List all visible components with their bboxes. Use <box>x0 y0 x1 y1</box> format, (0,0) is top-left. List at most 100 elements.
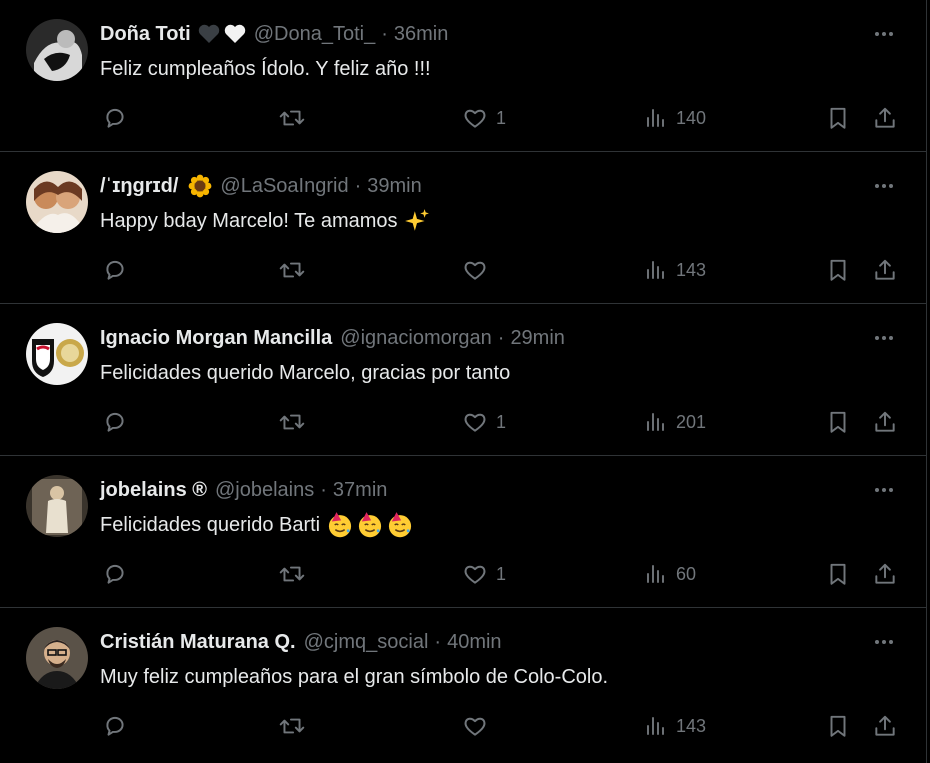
author-name[interactable]: Cristián Maturana Q. <box>100 628 296 656</box>
share-button[interactable] <box>872 559 898 589</box>
share-icon <box>875 563 895 584</box>
view-count: 60 <box>676 563 697 584</box>
tweet[interactable]: Cristián Maturana Q. @cjmq_social · 40mi… <box>0 608 926 760</box>
bookmark-button[interactable] <box>825 407 851 437</box>
author-name[interactable]: Doña Toti <box>100 20 191 48</box>
retweet-button[interactable] <box>278 255 306 285</box>
share-button[interactable] <box>872 407 898 437</box>
tweet-text: Felicidades querido Barti <box>100 514 321 536</box>
more-icon[interactable] <box>872 632 896 652</box>
author-name[interactable]: Ignacio Morgan Mancilla <box>100 324 332 352</box>
timestamp[interactable]: 36min <box>394 20 448 48</box>
timestamp[interactable]: 37min <box>333 476 387 504</box>
share-icon <box>875 259 895 280</box>
views-icon <box>647 261 664 279</box>
share-button[interactable] <box>872 255 898 285</box>
like-count: 1 <box>496 107 507 128</box>
tweet-header: Cristián Maturana Q. @cjmq_social · 40mi… <box>100 628 502 656</box>
retweet-button[interactable] <box>278 407 306 437</box>
like-button[interactable]: 1 <box>462 559 506 589</box>
timestamp[interactable]: 40min <box>447 628 501 656</box>
like-icon <box>464 413 486 432</box>
timestamp[interactable]: 39min <box>367 172 421 200</box>
white-heart-icon <box>224 24 246 44</box>
reply-button[interactable] <box>102 407 128 437</box>
tweet-text-row: Felicidades querido Marcelo, gracias por… <box>100 359 510 387</box>
action-bar: 143 <box>100 711 900 741</box>
separator: · <box>497 327 505 349</box>
views-icon <box>647 413 664 431</box>
bookmark-button[interactable] <box>825 103 851 133</box>
like-button[interactable] <box>462 255 496 285</box>
tweet-text: Feliz cumpleaños Ídolo. Y feliz año !!! <box>100 58 431 80</box>
share-button[interactable] <box>872 711 898 741</box>
views-button[interactable]: 140 <box>644 103 706 133</box>
separator: · <box>320 479 327 501</box>
retweet-icon <box>279 566 305 582</box>
like-icon <box>464 717 486 736</box>
reply-button[interactable] <box>102 559 128 589</box>
share-button[interactable] <box>872 103 898 133</box>
tweet-text: Muy feliz cumpleaños para el gran símbol… <box>100 666 609 688</box>
retweet-button[interactable] <box>278 103 306 133</box>
author-handle[interactable]: @Dona_Toti_ <box>254 20 375 48</box>
action-bar: 1 201 <box>100 407 900 437</box>
author-name[interactable]: /ˈɪŋɡrɪd/ <box>100 172 178 200</box>
view-count: 143 <box>676 715 707 736</box>
like-button[interactable] <box>462 711 496 741</box>
more-icon[interactable] <box>872 176 896 196</box>
bookmark-icon <box>830 107 846 129</box>
views-icon <box>647 109 664 127</box>
partying-face-icon <box>356 511 384 539</box>
partying-face-icon <box>326 511 354 539</box>
more-icon[interactable] <box>872 24 896 44</box>
author-name[interactable]: jobelains ® <box>100 476 207 504</box>
tweet-text-row: Muy feliz cumpleaños para el gran símbol… <box>100 663 608 691</box>
avatar[interactable] <box>26 475 88 537</box>
action-bar: 1 60 <box>100 559 900 589</box>
reply-icon <box>106 564 124 584</box>
tweet[interactable]: Ignacio Morgan Mancilla @ignaciomorgan ·… <box>0 304 926 456</box>
avatar[interactable] <box>26 171 88 233</box>
more-icon[interactable] <box>872 328 896 348</box>
retweet-button[interactable] <box>278 559 306 589</box>
retweet-button[interactable] <box>278 711 306 741</box>
tweet[interactable]: Doña Toti @Dona_Toti_ · 36min Feliz cump… <box>0 0 926 152</box>
reply-icon <box>106 412 124 432</box>
reply-button[interactable] <box>102 711 128 741</box>
views-button[interactable]: 143 <box>644 255 706 285</box>
like-button[interactable]: 1 <box>462 103 506 133</box>
views-button[interactable]: 60 <box>644 559 696 589</box>
reply-button[interactable] <box>102 255 128 285</box>
share-icon <box>875 715 895 736</box>
reply-button[interactable] <box>102 103 128 133</box>
like-icon <box>464 261 486 280</box>
more-icon[interactable] <box>872 480 896 500</box>
tweet-text-row: Felicidades querido Barti <box>100 511 414 539</box>
bookmark-button[interactable] <box>825 559 851 589</box>
author-handle[interactable]: @LaSoaIngrid <box>220 172 348 200</box>
tweet[interactable]: jobelains ® @jobelains · 37min Felicidad… <box>0 456 926 608</box>
avatar[interactable] <box>26 19 88 81</box>
bookmark-icon <box>830 259 846 281</box>
view-count: 140 <box>676 107 707 128</box>
reply-icon <box>106 716 124 736</box>
author-handle[interactable]: @cjmq_social <box>304 628 429 656</box>
tweet[interactable]: /ˈɪŋɡrɪd/ @LaSoaIngrid · 39min Happy bda… <box>0 152 926 304</box>
views-button[interactable]: 143 <box>644 711 706 741</box>
like-button[interactable]: 1 <box>462 407 506 437</box>
avatar[interactable] <box>26 627 88 689</box>
view-count: 201 <box>676 411 707 432</box>
tweet-text: Felicidades querido Marcelo, gracias por… <box>100 362 511 384</box>
retweet-icon <box>279 110 305 126</box>
bookmark-button[interactable] <box>825 711 851 741</box>
views-icon <box>647 565 664 583</box>
avatar[interactable] <box>26 323 88 385</box>
bookmark-icon <box>830 411 846 433</box>
views-button[interactable]: 201 <box>644 407 706 437</box>
separator: · <box>434 631 442 653</box>
author-handle[interactable]: @jobelains <box>215 476 314 504</box>
timestamp[interactable]: 29min <box>510 324 564 352</box>
author-handle[interactable]: @ignaciomorgan <box>340 324 492 352</box>
bookmark-button[interactable] <box>825 255 851 285</box>
